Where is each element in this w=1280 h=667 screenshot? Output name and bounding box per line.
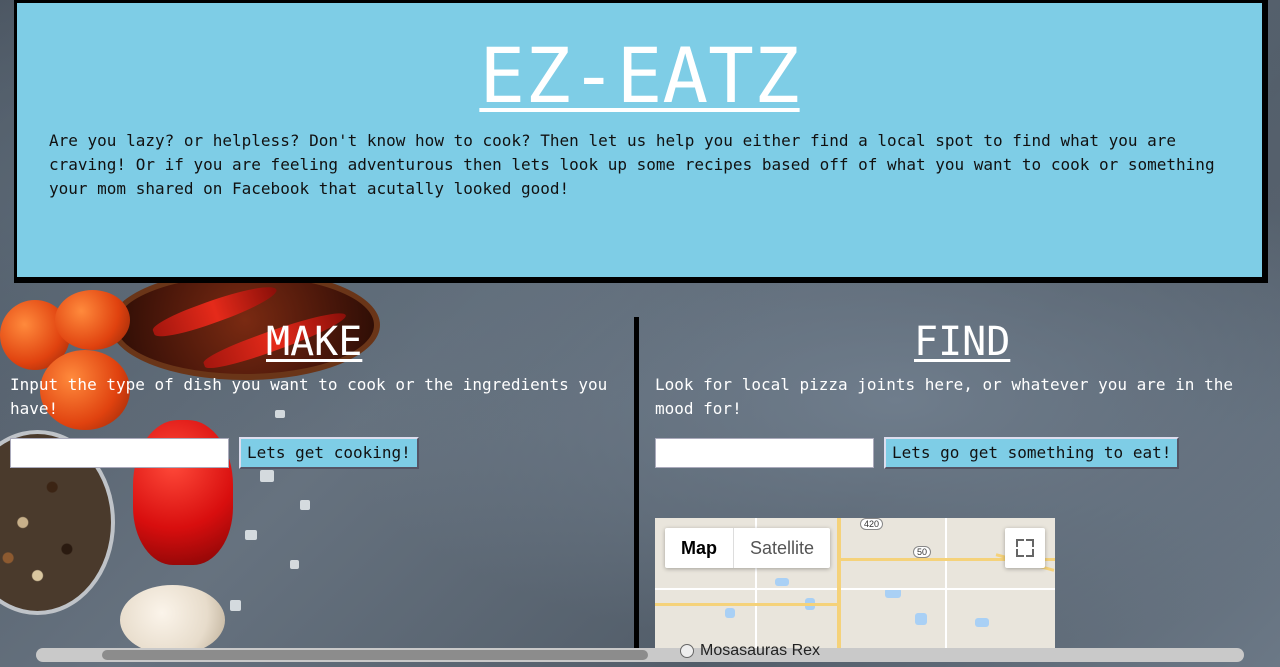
radio-option[interactable]: Mosasauras Rex: [680, 642, 820, 660]
fullscreen-button[interactable]: [1005, 528, 1045, 568]
salt-flake: [245, 530, 257, 540]
cook-button[interactable]: Lets get cooking!: [239, 437, 419, 469]
header-banner: EZ-EATZ Are you lazy? or helpless? Don't…: [14, 0, 1268, 283]
route-shield-50: 50: [913, 546, 932, 558]
tomato-image: [55, 290, 130, 350]
tomato-image: [0, 300, 70, 370]
page-title: EZ-EATZ: [479, 31, 800, 120]
route-shield-420: 420: [860, 518, 884, 530]
map[interactable]: 420 50 Map Satellite: [655, 518, 1055, 648]
map-road: [945, 518, 947, 648]
radio-button[interactable]: [680, 644, 694, 658]
scrollbar-thumb[interactable]: [102, 650, 648, 660]
water-area: [915, 613, 927, 625]
intro-text: Are you lazy? or helpless? Don't know ho…: [49, 131, 1215, 198]
salt-flake: [290, 560, 299, 569]
horizontal-scrollbar[interactable]: [36, 648, 1244, 662]
salt-flake: [230, 600, 241, 611]
radio-label: Mosasauras Rex: [700, 642, 821, 659]
salt-flake: [300, 500, 310, 510]
fullscreen-icon-corner: [1026, 549, 1034, 557]
fullscreen-icon: [1016, 539, 1024, 547]
map-type-map-button[interactable]: Map: [665, 528, 734, 568]
water-area: [725, 608, 735, 618]
column-divider: [634, 317, 639, 657]
map-highway: [655, 603, 837, 606]
make-heading: MAKE: [266, 319, 363, 365]
fullscreen-icon-corner: [1026, 539, 1034, 547]
garlic-image: [120, 585, 225, 655]
chili-image: [150, 278, 280, 344]
water-area: [975, 618, 989, 627]
map-type-toggle: Map Satellite: [665, 528, 831, 568]
water-area: [775, 578, 789, 586]
find-button[interactable]: Lets go get something to eat!: [884, 437, 1180, 469]
map-highway: [837, 518, 841, 648]
map-road: [655, 588, 1055, 590]
find-search-input[interactable]: [655, 438, 874, 468]
find-heading: FIND: [914, 319, 1011, 365]
salt-flake: [260, 470, 274, 482]
find-description: Look for local pizza joints here, or wha…: [655, 375, 1233, 418]
map-type-satellite-button[interactable]: Satellite: [734, 528, 830, 568]
make-description: Input the type of dish you want to cook …: [10, 375, 608, 418]
fullscreen-icon-corner: [1016, 549, 1024, 557]
make-search-input[interactable]: [10, 438, 229, 468]
